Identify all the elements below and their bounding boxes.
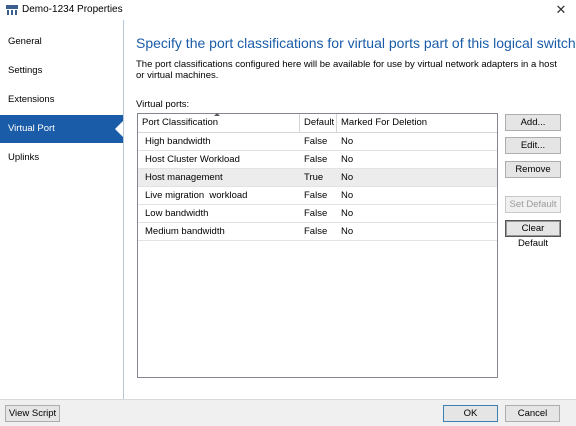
page-title: Specify the port classifications for vir… (136, 35, 576, 51)
sidebar-item-label: Virtual Port (8, 123, 55, 134)
window-title: Demo-1234 Properties (22, 4, 123, 15)
default-cell: False (304, 136, 328, 147)
sidebar-item-label: Uplinks (8, 152, 40, 163)
set-default-button[interactable]: Set Default (505, 196, 561, 213)
clear-default-button[interactable]: Clear Default (505, 220, 561, 249)
deletion-cell: No (341, 154, 354, 165)
footer-divider (0, 399, 576, 400)
main-content: Specify the port classifications for vir… (124, 20, 576, 399)
port-classification-cell: Host Cluster Workload (145, 154, 240, 165)
title-bar: Demo-1234 Properties ✕ (0, 0, 576, 20)
port-classification-cell: High bandwidth (145, 136, 211, 147)
ok-button[interactable]: OK (443, 405, 498, 422)
selection-arrow-icon (115, 121, 123, 137)
close-icon[interactable]: ✕ (546, 0, 576, 20)
deletion-cell: No (341, 226, 354, 237)
port-classification-cell: Low bandwidth (145, 208, 209, 219)
table-row[interactable]: Low bandwidth False No (138, 205, 497, 223)
virtual-ports-label: Virtual ports: (136, 99, 190, 110)
deletion-cell: No (341, 136, 354, 147)
column-header-port-classification[interactable]: Port Classification (138, 113, 300, 132)
virtual-ports-table[interactable]: Port Classification Default Marked For D… (137, 113, 498, 378)
sidebar-item-settings[interactable]: Settings (0, 57, 123, 85)
table-row[interactable]: Live migration workload False No (138, 187, 497, 205)
port-classification-cell: Host management (145, 172, 223, 183)
table-row[interactable]: Host management True No (138, 169, 497, 187)
default-cell: False (304, 208, 328, 219)
port-classification-cell: Medium bandwidth (145, 226, 225, 237)
table-row[interactable]: Medium bandwidth False No (138, 223, 497, 241)
page-description: The port classifications configured here… (136, 59, 557, 81)
sidebar-item-uplinks[interactable]: Uplinks (0, 144, 123, 172)
virtual-switch-icon (6, 5, 18, 15)
default-cell: False (304, 154, 328, 165)
cancel-button[interactable]: Cancel (505, 405, 560, 422)
table-row[interactable]: Host Cluster Workload False No (138, 151, 497, 169)
sidebar-item-label: Extensions (8, 94, 55, 105)
table-row[interactable]: High bandwidth False No (138, 133, 497, 151)
sidebar-item-label: Settings (8, 65, 43, 76)
default-cell: False (304, 226, 328, 237)
port-classification-cell: Live migration workload (145, 190, 248, 201)
sidebar-item-general[interactable]: General (0, 28, 123, 56)
view-script-button[interactable]: View Script (5, 405, 60, 422)
default-cell: True (304, 172, 324, 183)
sidebar-item-extensions[interactable]: Extensions (0, 86, 123, 114)
sidebar-item-virtual-port[interactable]: Virtual Port (0, 115, 123, 143)
column-header-marked-for-deletion[interactable]: Marked For Deletion (337, 114, 497, 132)
column-header-default[interactable]: Default (300, 114, 337, 132)
add-button[interactable]: Add... (505, 114, 561, 131)
sidebar-item-label: General (8, 36, 42, 47)
default-cell: False (304, 190, 328, 201)
sort-ascending-icon (214, 113, 220, 116)
sidebar: General Settings Extensions Virtual Port… (0, 20, 123, 399)
remove-button[interactable]: Remove (505, 161, 561, 178)
deletion-cell: No (341, 208, 354, 219)
deletion-cell: No (341, 190, 354, 201)
edit-button[interactable]: Edit... (505, 137, 561, 154)
table-header: Port Classification Default Marked For D… (138, 113, 497, 133)
deletion-cell: No (341, 172, 354, 183)
